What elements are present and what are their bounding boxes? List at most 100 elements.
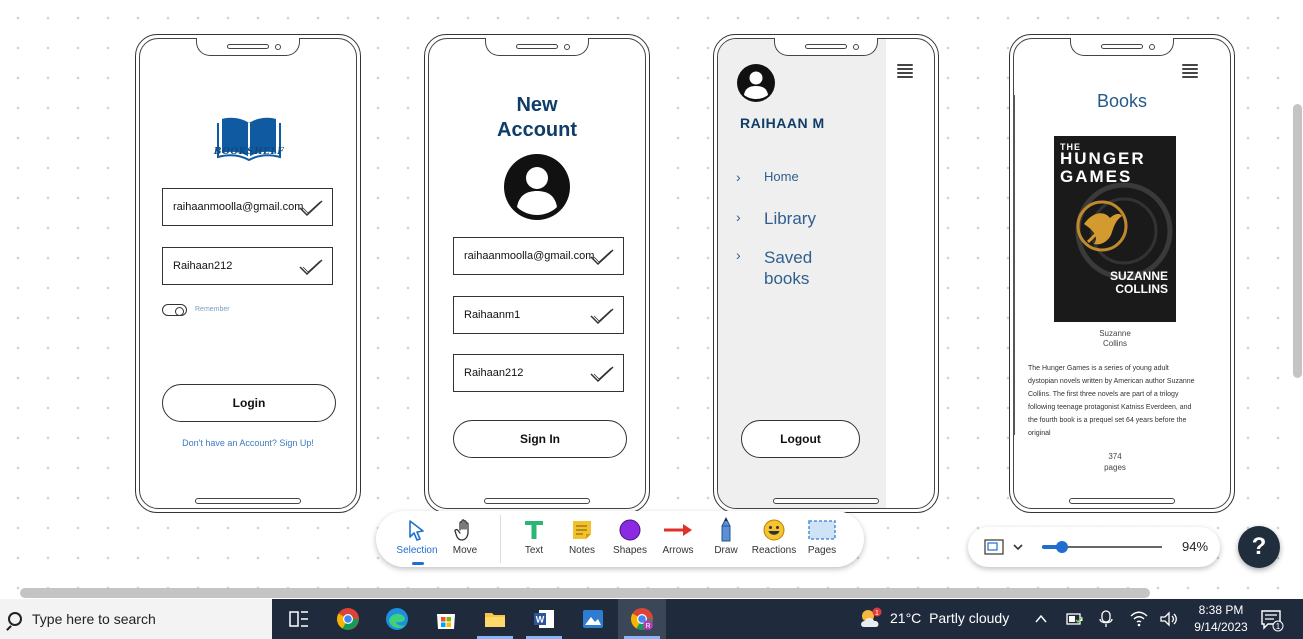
wifi-icon[interactable] bbox=[1130, 611, 1148, 627]
book-cover-image[interactable]: THE HUNGER GAMES SUZANNE COLLINS bbox=[1054, 136, 1176, 322]
scroll-indicator bbox=[1013, 95, 1015, 435]
taskbar-search-box[interactable]: Type here to search bbox=[0, 599, 272, 639]
phone-frame-menu[interactable]: RAIHAAN M › Home › Library › Saved books… bbox=[713, 34, 939, 513]
pages-count: 374 bbox=[1108, 452, 1122, 461]
weather-badge: 1 bbox=[875, 610, 879, 617]
weather-text[interactable]: 21°C Partly cloudy bbox=[890, 610, 1009, 626]
zoom-slider-thumb[interactable] bbox=[1056, 541, 1069, 553]
horizontal-scrollbar[interactable] bbox=[20, 588, 1150, 598]
vertical-scrollbar[interactable] bbox=[1293, 104, 1302, 378]
whiteboard-canvas[interactable]: BOOKSHELF raihaanmoolla@gmail.com Raihaa… bbox=[0, 0, 1303, 600]
logo-text: BOOKSHELF bbox=[213, 147, 285, 157]
chevron-up-icon[interactable] bbox=[1034, 613, 1048, 625]
password-field[interactable]: Raihaan212 bbox=[453, 354, 624, 392]
tool-label: Selection bbox=[396, 545, 438, 556]
avatar-icon[interactable] bbox=[736, 63, 776, 103]
notification-count: 1 bbox=[1276, 622, 1281, 631]
weather-partly-cloudy-icon[interactable]: 1 bbox=[858, 607, 884, 631]
nav-item-label: Home bbox=[764, 169, 799, 184]
book-description: The Hunger Games is a series of young ad… bbox=[1028, 365, 1195, 437]
tool-text[interactable]: Text bbox=[511, 517, 557, 556]
tool-label: Draw bbox=[714, 545, 738, 556]
email-field[interactable]: raihaanmoolla@gmail.com bbox=[162, 188, 333, 226]
remember-toggle[interactable] bbox=[162, 304, 187, 316]
edge-icon[interactable] bbox=[385, 607, 409, 631]
nav-item-saved-books[interactable]: › Saved books bbox=[736, 247, 834, 289]
checkmark-icon bbox=[590, 308, 614, 325]
tool-reactions[interactable]: Reactions bbox=[751, 517, 797, 556]
tool-label: Notes bbox=[568, 545, 596, 556]
phone-home-bar bbox=[484, 498, 590, 504]
username-label: RAIHAAN M bbox=[740, 115, 825, 131]
phone-home-bar bbox=[1069, 498, 1175, 504]
phone-notch bbox=[485, 38, 589, 56]
notification-center-icon[interactable]: 1 bbox=[1260, 608, 1284, 632]
tool-label: Arrows bbox=[662, 545, 694, 556]
nav-item-library[interactable]: › Library bbox=[736, 209, 816, 229]
word-icon[interactable]: W bbox=[532, 607, 556, 631]
remember-label: Remember bbox=[195, 306, 230, 313]
clock-date: 9/14/2023 bbox=[1194, 620, 1248, 634]
battery-icon[interactable] bbox=[1066, 611, 1084, 627]
weather-desc: Partly cloudy bbox=[929, 610, 1010, 626]
tool-notes[interactable]: Notes bbox=[559, 517, 605, 556]
taskbar-clock[interactable]: 8:38 PM 9/14/2023 bbox=[1185, 602, 1257, 636]
phone-notch bbox=[196, 38, 300, 56]
nav-item-home[interactable]: › Home bbox=[736, 169, 799, 185]
tool-move[interactable]: Move bbox=[442, 517, 488, 556]
pages-label: pages bbox=[1104, 463, 1126, 472]
circle-shape-icon bbox=[619, 519, 641, 541]
minimap-icon[interactable] bbox=[984, 539, 1004, 555]
sign-in-button[interactable]: Sign In bbox=[453, 420, 627, 458]
chevron-right-icon: › bbox=[736, 247, 741, 263]
meet-now-icon[interactable] bbox=[1098, 609, 1114, 629]
title-line-2: Account bbox=[497, 119, 577, 141]
weather-temp: 21°C bbox=[890, 610, 922, 626]
tool-draw[interactable]: Draw bbox=[703, 517, 749, 556]
checkmark-icon bbox=[590, 366, 614, 383]
nav-item-label: Saved books bbox=[764, 248, 813, 288]
logout-button[interactable]: Logout bbox=[741, 420, 860, 458]
nav-item-label: Library bbox=[764, 209, 816, 228]
zoom-control: 94% bbox=[968, 527, 1220, 567]
pages-frame-icon bbox=[808, 520, 836, 540]
task-view-icon[interactable] bbox=[287, 607, 311, 631]
speaker-icon[interactable] bbox=[1160, 611, 1178, 627]
phone-frame-books[interactable]: Books THE HUNGER GAMES SUZANNE COLLINS S… bbox=[1009, 34, 1235, 513]
password-field[interactable]: Raihaan212 bbox=[162, 247, 333, 285]
photos-icon[interactable] bbox=[581, 607, 605, 631]
tool-shapes[interactable]: Shapes bbox=[607, 517, 653, 556]
username-field[interactable]: Raihaanm1 bbox=[453, 296, 624, 334]
checkmark-icon bbox=[299, 259, 323, 276]
chrome-icon[interactable] bbox=[336, 607, 360, 631]
email-value: raihaanmoolla@gmail.com bbox=[173, 201, 304, 213]
phone-home-bar bbox=[195, 498, 301, 504]
chevron-down-icon[interactable] bbox=[1012, 541, 1024, 553]
tool-pages[interactable]: Pages bbox=[799, 517, 845, 556]
smiley-icon bbox=[763, 519, 785, 541]
clock-time: 8:38 PM bbox=[1198, 603, 1244, 617]
login-button[interactable]: Login bbox=[162, 384, 336, 422]
search-placeholder: Type here to search bbox=[32, 611, 156, 627]
file-explorer-icon[interactable] bbox=[483, 607, 507, 631]
active-tool-indicator bbox=[412, 562, 424, 565]
tool-selection[interactable]: Selection bbox=[394, 517, 440, 556]
tool-label: Move bbox=[452, 545, 478, 556]
avatar-icon[interactable] bbox=[503, 153, 571, 221]
zoom-level: 94% bbox=[1182, 539, 1209, 554]
password-value: Raihaan212 bbox=[464, 367, 524, 379]
email-field[interactable]: raihaanmoolla@gmail.com bbox=[453, 237, 624, 275]
arrow-icon bbox=[664, 524, 692, 536]
help-button[interactable]: ? bbox=[1238, 526, 1280, 568]
page-title: New Account bbox=[425, 93, 649, 143]
hamburger-menu-icon[interactable] bbox=[897, 64, 913, 78]
chrome-profile-icon[interactable]: R bbox=[630, 607, 654, 631]
hamburger-menu-icon[interactable] bbox=[1182, 64, 1198, 78]
phone-notch bbox=[774, 38, 878, 56]
phone-frame-login[interactable]: BOOKSHELF raihaanmoolla@gmail.com Raihaa… bbox=[135, 34, 361, 513]
search-icon bbox=[8, 612, 22, 626]
tool-arrows[interactable]: Arrows bbox=[655, 517, 701, 556]
store-icon[interactable] bbox=[434, 607, 458, 631]
signup-link[interactable]: Don't have an Account? Sign Up! bbox=[136, 438, 360, 448]
phone-frame-new-account[interactable]: New Account raihaanmoolla@gmail.com Raih… bbox=[424, 34, 650, 513]
